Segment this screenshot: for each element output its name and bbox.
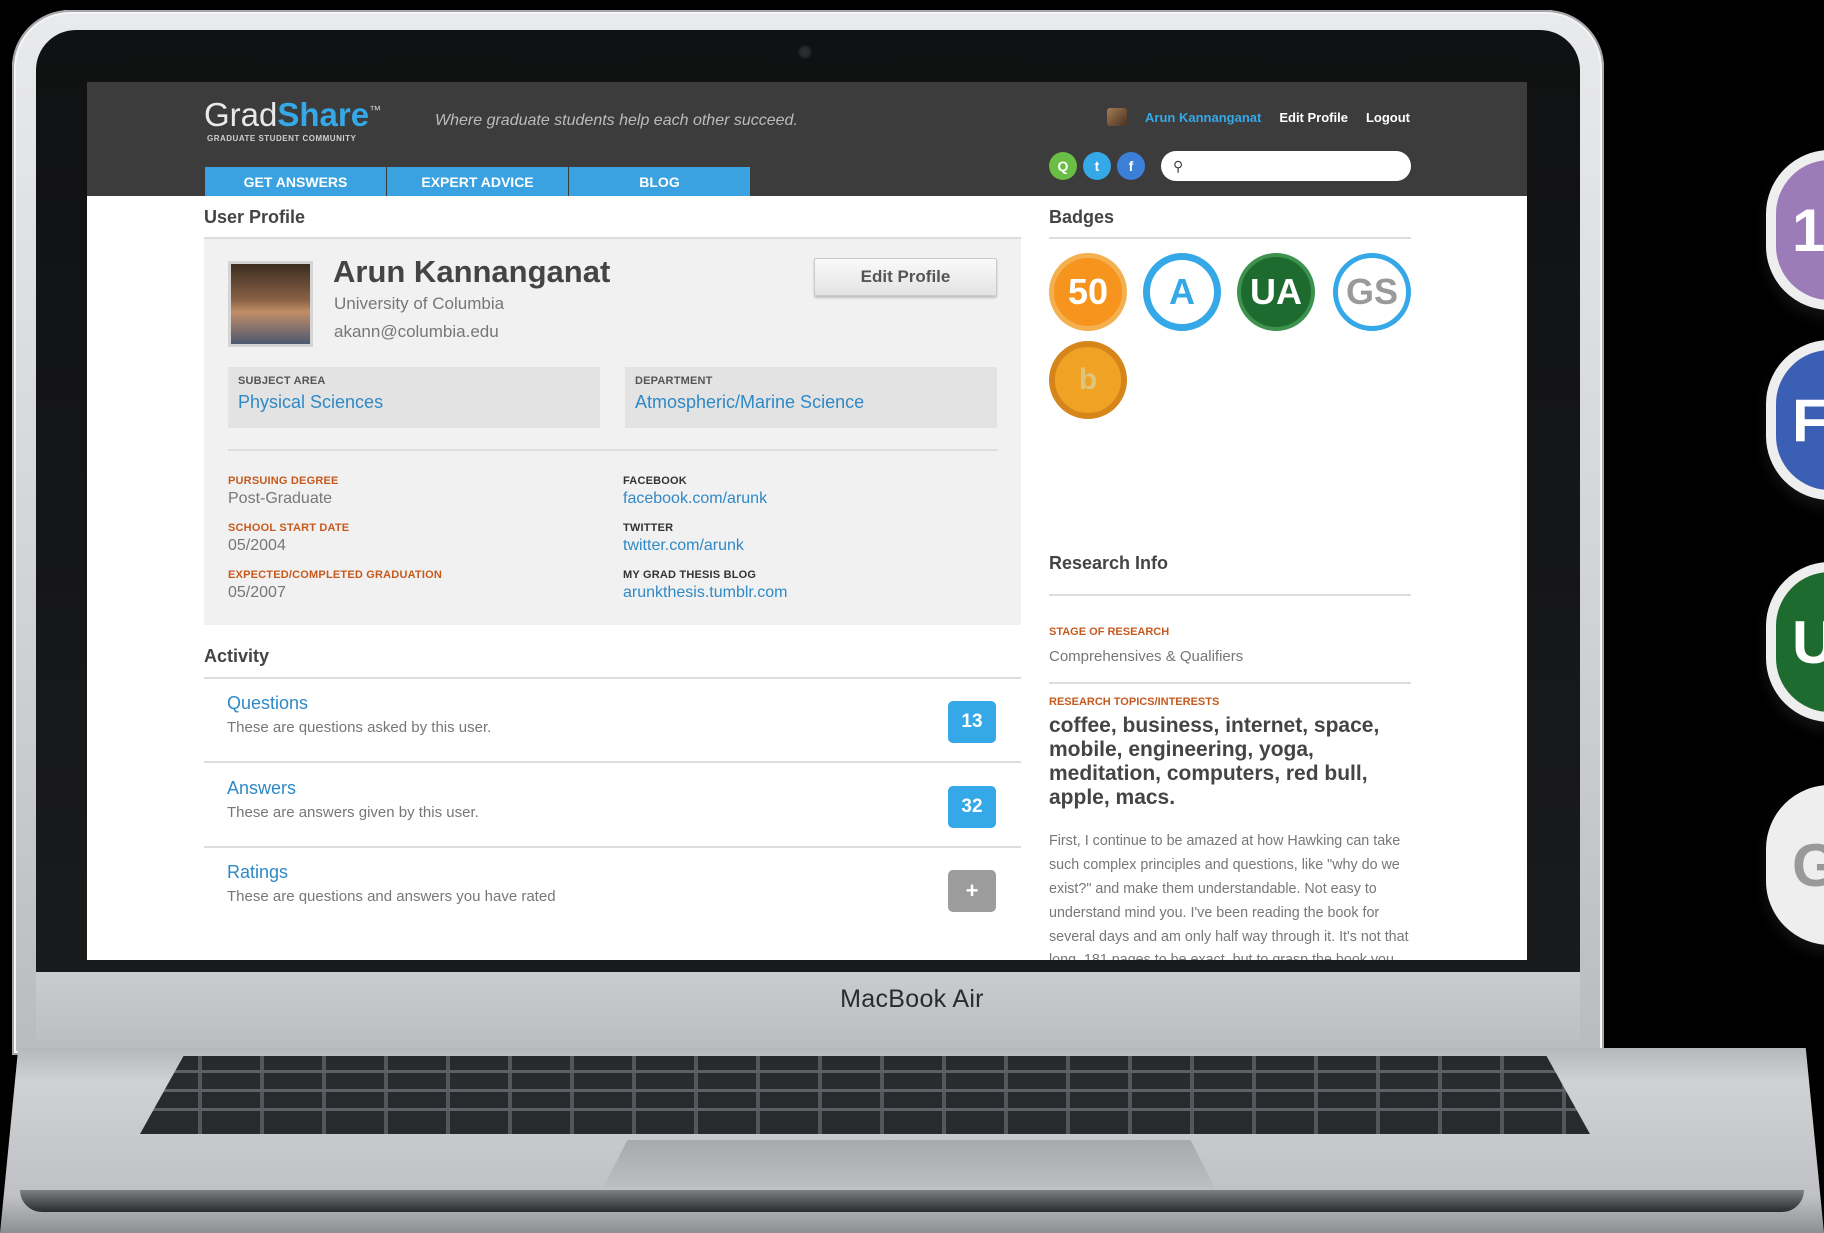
twitter-label: TWITTER — [623, 522, 674, 534]
main-tabs: GET ANSWERS EXPERT ADVICE BLOG — [205, 167, 751, 196]
divider — [1049, 594, 1411, 596]
activity-row-questions[interactable]: Questions These are questions asked by t… — [204, 679, 1021, 763]
topics-label: RESEARCH TOPICS/INTERESTS — [1049, 696, 1220, 708]
graduation-field: EXPECTED/COMPLETED GRADUATION 05/2007 — [228, 569, 442, 602]
department-label: DEPARTMENT — [635, 375, 713, 387]
activity-row-answers[interactable]: Answers These are answers given by this … — [204, 764, 1021, 848]
badge-ua-icon[interactable]: UA — [1237, 253, 1315, 331]
twitter-link[interactable]: twitter.com/arunk — [623, 537, 744, 555]
side-card-3: U — [1766, 562, 1824, 722]
profile-university: University of Columbia — [334, 294, 505, 313]
divider — [1049, 682, 1411, 684]
subject-area-box: SUBJECT AREA Physical Sciences — [228, 367, 600, 428]
side-card-1: 1 — [1766, 150, 1824, 310]
twitter-icon[interactable]: t — [1083, 152, 1111, 180]
activity-row-ratings[interactable]: Ratings These are questions and answers … — [204, 848, 1021, 932]
camera-icon — [798, 45, 812, 59]
research-blurb: First, I continue to be amazed at how Ha… — [1049, 833, 1409, 960]
facebook-icon[interactable]: f — [1117, 152, 1145, 180]
divider — [228, 449, 998, 451]
profile-name: Arun Kannanganat — [333, 254, 611, 289]
facebook-field: FACEBOOK facebook.com/arunk — [623, 475, 767, 508]
site-header: GradShare™ GRADUATE STUDENT COMMUNITY Wh… — [87, 82, 1527, 196]
graduation-label: EXPECTED/COMPLETED GRADUATION — [228, 569, 442, 581]
logo-accent: Share — [277, 96, 370, 133]
stage: 1 F U G MacBook Air GradShare™ GRADUATE … — [0, 0, 1824, 1233]
school-start-field: SCHOOL START DATE 05/2004 — [228, 522, 349, 555]
user-name-link[interactable]: Arun Kannanganat — [1145, 110, 1261, 125]
tab-expert-advice[interactable]: EXPERT ADVICE — [387, 167, 568, 196]
blog-field: MY GRAD THESIS BLOG arunkthesis.tumblr.c… — [623, 569, 788, 602]
subject-area-label: SUBJECT AREA — [238, 375, 326, 387]
section-title-badges: Badges — [1049, 207, 1115, 227]
activity-title[interactable]: Answers — [227, 778, 296, 799]
side-card-4: G — [1766, 785, 1824, 945]
social-icons: Q t f — [1049, 152, 1145, 180]
count-badge[interactable]: 32 — [948, 786, 996, 828]
logo-subtitle: GRADUATE STUDENT COMMUNITY — [207, 134, 357, 143]
profile-email: akann@columbia.edu — [334, 322, 499, 341]
facebook-link[interactable]: facebook.com/arunk — [623, 490, 767, 508]
search-input[interactable]: ⚲ — [1161, 151, 1411, 181]
stage-value: Comprehensives & Qualifiers — [1049, 648, 1244, 665]
avatar[interactable] — [1107, 108, 1128, 126]
badge-star-a-icon[interactable]: A — [1143, 253, 1221, 331]
site-logo[interactable]: GradShare™ — [204, 96, 381, 134]
logo-tm: ™ — [369, 103, 382, 117]
school-start-label: SCHOOL START DATE — [228, 522, 350, 534]
count-badge[interactable]: 13 — [948, 701, 996, 743]
activity-title[interactable]: Questions — [227, 693, 308, 714]
device-brand: MacBook Air — [840, 985, 984, 1013]
department-box: DEPARTMENT Atmospheric/Marine Science — [625, 367, 997, 428]
school-start-value: 05/2004 — [228, 537, 286, 554]
section-title-profile: User Profile — [204, 207, 306, 227]
user-nav: Arun Kannanganat Edit Profile Logout — [1107, 108, 1410, 126]
search-icon: ⚲ — [1173, 157, 1184, 174]
stage-label: STAGE OF RESEARCH — [1049, 626, 1170, 638]
add-rating-button[interactable]: + — [948, 870, 996, 912]
logo-plain: Grad — [204, 96, 278, 133]
trackpad — [603, 1140, 1215, 1188]
badge-gs-icon[interactable]: GS — [1333, 253, 1411, 331]
subject-area-link[interactable]: Physical Sciences — [238, 392, 590, 413]
blog-link[interactable]: arunkthesis.tumblr.com — [623, 584, 788, 602]
tab-get-answers[interactable]: GET ANSWERS — [205, 167, 386, 196]
tab-blog[interactable]: BLOG — [569, 167, 750, 196]
activity-desc: These are questions and answers you have… — [227, 888, 556, 905]
twitter-field: TWITTER twitter.com/arunk — [623, 522, 744, 555]
keyboard — [140, 1056, 1590, 1134]
badge-b-icon[interactable]: b — [1049, 341, 1127, 419]
pursuing-degree-label: PURSUING DEGREE — [228, 475, 339, 487]
side-card-2: F — [1766, 340, 1824, 500]
activity-title[interactable]: Ratings — [227, 862, 288, 883]
q-social-icon[interactable]: Q — [1049, 152, 1077, 180]
laptop-lip — [20, 1190, 1804, 1212]
blog-label: MY GRAD THESIS BLOG — [623, 569, 757, 581]
section-title-research: Research Info — [1049, 553, 1169, 573]
facebook-label: FACEBOOK — [623, 475, 687, 487]
divider — [1049, 237, 1411, 239]
activity-desc: These are answers given by this user. — [227, 804, 479, 821]
graduation-value: 05/2007 — [228, 584, 286, 601]
research-topics: coffee, business, internet, space, mobil… — [1049, 714, 1380, 810]
profile-card: Arun Kannanganat University of Columbia … — [204, 237, 1021, 625]
activity-desc: These are questions asked by this user. — [227, 719, 492, 736]
screen: GradShare™ GRADUATE STUDENT COMMUNITY Wh… — [87, 82, 1527, 960]
department-link[interactable]: Atmospheric/Marine Science — [635, 392, 987, 413]
badge-50-icon[interactable]: 50 — [1049, 253, 1127, 331]
logout-link[interactable]: Logout — [1366, 110, 1410, 125]
section-title-activity: Activity — [204, 646, 270, 666]
profile-photo — [228, 261, 313, 347]
pursuing-degree-field: PURSUING DEGREE Post-Graduate — [228, 475, 339, 508]
edit-profile-button[interactable]: Edit Profile — [814, 258, 997, 296]
pursuing-degree-value: Post-Graduate — [228, 490, 333, 507]
edit-profile-link[interactable]: Edit Profile — [1279, 110, 1348, 125]
site-tagline: Where graduate students help each other … — [435, 112, 798, 129]
